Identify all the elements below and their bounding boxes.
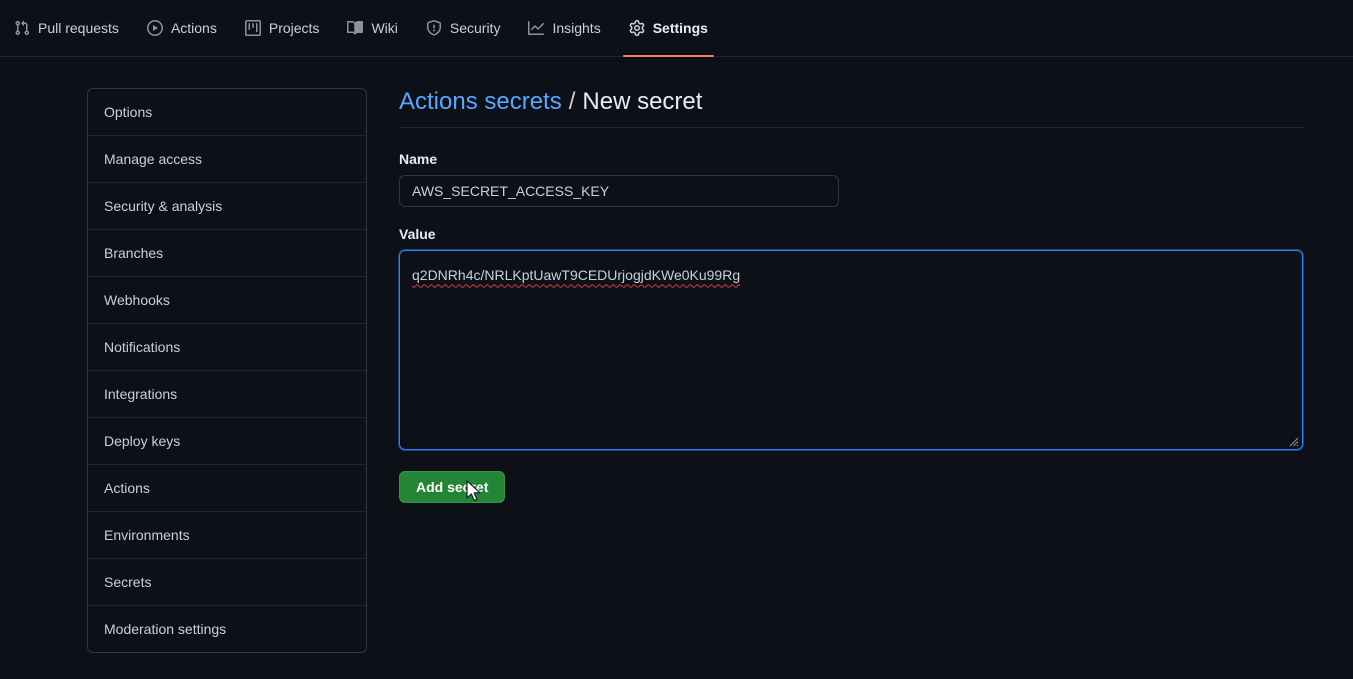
nav-tab-settings[interactable]: Settings (615, 0, 722, 56)
name-field-group: Name (399, 150, 1304, 207)
nav-tab-underline (623, 55, 714, 57)
play-circle-icon (147, 20, 163, 36)
sidebar-item-manage-access[interactable]: Manage access (88, 136, 366, 183)
value-textarea-wrapper: q2DNRh4c/NRLKptUawT9CEDUrjogjdKWe0Ku99Rg (399, 250, 1303, 450)
sidebar-item-integrations[interactable]: Integrations (88, 371, 366, 418)
nav-tab-label: Insights (552, 21, 600, 35)
nav-tab-label: Pull requests (38, 21, 119, 35)
nav-tab-underline (239, 55, 326, 57)
name-field-label: Name (399, 150, 1304, 168)
git-pull-request-icon (14, 20, 30, 36)
settings-sidebar: Options Manage access Security & analysi… (87, 88, 367, 653)
gear-icon (629, 20, 645, 36)
value-field-label: Value (399, 225, 1304, 243)
sidebar-item-options[interactable]: Options (88, 89, 366, 136)
breadcrumb: Actions secrets / New secret (399, 87, 1304, 128)
graph-icon (528, 20, 544, 36)
sidebar-item-environments[interactable]: Environments (88, 512, 366, 559)
nav-tab-underline (420, 55, 507, 57)
shield-icon (426, 20, 442, 36)
sidebar-item-deploy-keys[interactable]: Deploy keys (88, 418, 366, 465)
nav-tab-label: Settings (653, 21, 708, 35)
sidebar-item-actions[interactable]: Actions (88, 465, 366, 512)
book-icon (347, 20, 363, 36)
project-board-icon (245, 20, 261, 36)
nav-tab-pull-requests[interactable]: Pull requests (0, 0, 133, 56)
sidebar-item-webhooks[interactable]: Webhooks (88, 277, 366, 324)
sidebar-item-secrets[interactable]: Secrets (88, 559, 366, 606)
page-title: New secret (582, 87, 702, 117)
main-content: Actions secrets / New secret Name Value … (399, 87, 1304, 653)
nav-tab-insights[interactable]: Insights (514, 0, 614, 56)
add-secret-button[interactable]: Add secret (399, 471, 505, 503)
nav-tab-wiki[interactable]: Wiki (333, 0, 411, 56)
sidebar-item-security-analysis[interactable]: Security & analysis (88, 183, 366, 230)
nav-tab-underline (141, 55, 223, 57)
secret-value-textarea[interactable] (399, 250, 1303, 450)
nav-tab-actions[interactable]: Actions (133, 0, 231, 56)
nav-tab-underline (8, 55, 125, 57)
nav-tab-security[interactable]: Security (412, 0, 515, 56)
page-body: Options Manage access Security & analysi… (0, 57, 1353, 653)
breadcrumb-separator: / (562, 87, 583, 117)
value-field-group: Value q2DNRh4c/NRLKptUawT9CEDUrjogjdKWe0… (399, 225, 1304, 450)
nav-tab-label: Projects (269, 21, 320, 35)
nav-tab-label: Security (450, 21, 501, 35)
nav-tab-projects[interactable]: Projects (231, 0, 334, 56)
breadcrumb-parent-link[interactable]: Actions secrets (399, 87, 562, 117)
sidebar-item-notifications[interactable]: Notifications (88, 324, 366, 371)
sidebar-item-moderation-settings[interactable]: Moderation settings (88, 606, 366, 652)
repo-nav: Pull requests Actions Projects Wiki Secu… (0, 0, 1353, 57)
secret-name-input[interactable] (399, 175, 839, 207)
nav-tab-label: Actions (171, 21, 217, 35)
nav-tab-underline (522, 55, 606, 57)
sidebar-item-branches[interactable]: Branches (88, 230, 366, 277)
nav-tab-underline (341, 55, 403, 57)
nav-tab-label: Wiki (371, 21, 397, 35)
